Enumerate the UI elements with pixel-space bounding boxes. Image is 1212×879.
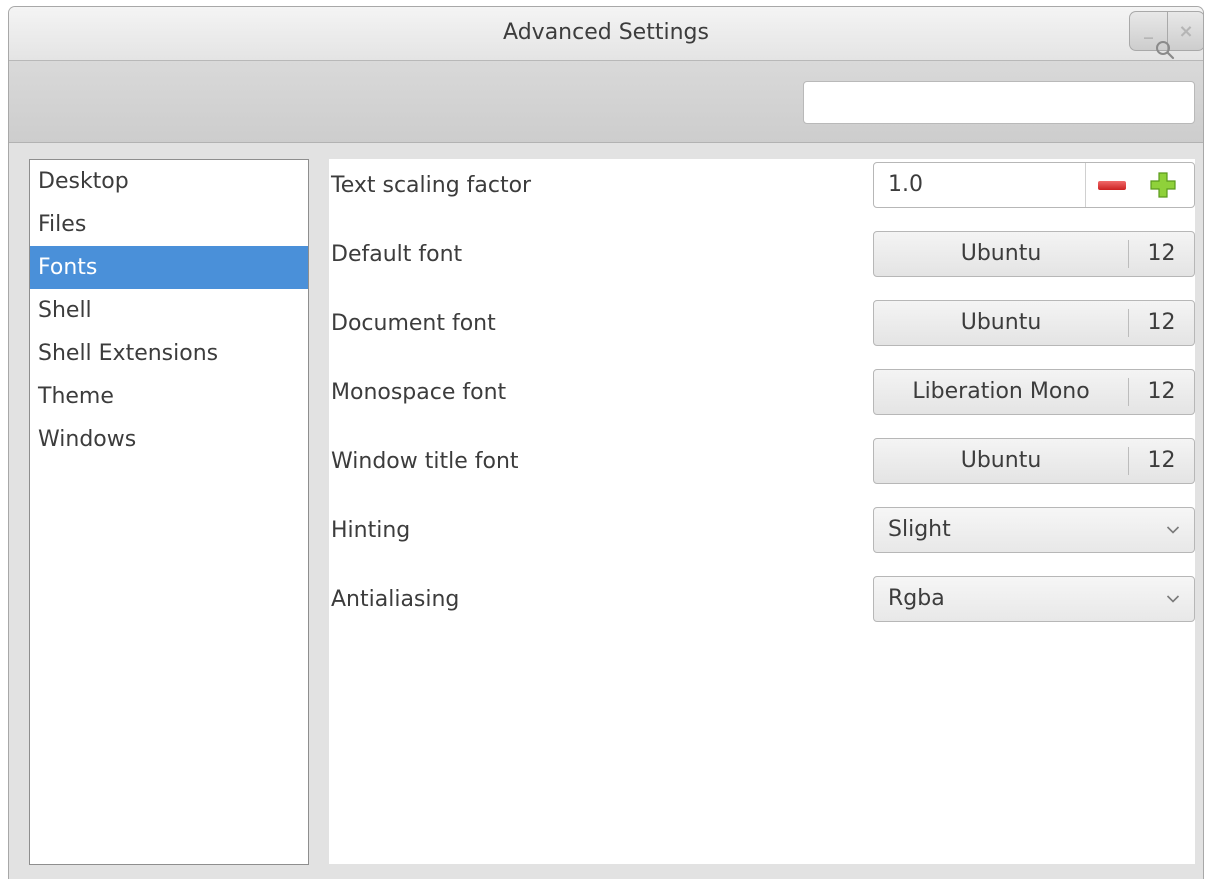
sidebar-item-fonts[interactable]: Fonts	[30, 246, 308, 289]
text-scaling-row: Text scaling factor 1.0	[329, 160, 1195, 212]
document-font-button[interactable]: Ubuntu 12	[873, 300, 1195, 346]
category-list: Desktop Files Fonts Shell Shell Extensio…	[29, 159, 309, 865]
text-scaling-value[interactable]: 1.0	[888, 163, 923, 207]
antialiasing-label: Antialiasing	[331, 587, 460, 612]
monospace-font-label: Monospace font	[331, 380, 507, 405]
window-title-font-row: Window title font Ubuntu 12	[329, 436, 1195, 488]
spin-buttons	[1085, 163, 1194, 207]
default-font-label: Default font	[331, 242, 463, 267]
text-scaling-label: Text scaling factor	[331, 173, 532, 198]
sidebar-item-desktop[interactable]: Desktop	[30, 160, 308, 203]
decrease-button[interactable]	[1086, 163, 1140, 207]
default-font-row: Default font Ubuntu 12	[329, 229, 1195, 281]
advanced-settings-window: Advanced Settings _ × Desktop Files Font…	[8, 6, 1204, 879]
hinting-dropdown[interactable]: Slight	[873, 507, 1195, 553]
search-icon	[1156, 41, 1175, 60]
fonts-settings-panel: Text scaling factor 1.0 Default font Ubu…	[329, 159, 1195, 864]
font-name: Liberation Mono	[912, 379, 1090, 404]
monospace-font-row: Monospace font Liberation Mono 12	[329, 367, 1195, 419]
monospace-font-button[interactable]: Liberation Mono 12	[873, 369, 1195, 415]
antialiasing-value: Rgba	[888, 586, 945, 611]
hinting-row: Hinting Slight	[329, 505, 1195, 557]
window-title: Advanced Settings	[503, 20, 709, 45]
document-font-row: Document font Ubuntu 12	[329, 298, 1195, 350]
chevron-down-icon	[1166, 595, 1180, 603]
font-name: Ubuntu	[960, 241, 1042, 266]
sidebar-item-windows[interactable]: Windows	[30, 418, 308, 461]
chevron-down-icon	[1166, 526, 1180, 534]
hinting-label: Hinting	[331, 518, 411, 543]
title-bar: Advanced Settings _ ×	[9, 7, 1203, 61]
font-size: 12	[1147, 241, 1176, 266]
default-font-button[interactable]: Ubuntu 12	[873, 231, 1195, 277]
sidebar-item-theme[interactable]: Theme	[30, 375, 308, 418]
window-title-font-label: Window title font	[331, 449, 519, 474]
sidebar-item-shell[interactable]: Shell	[30, 289, 308, 332]
window-title-font-button[interactable]: Ubuntu 12	[873, 438, 1195, 484]
increase-button[interactable]	[1140, 163, 1194, 207]
minus-icon	[1098, 181, 1126, 190]
antialiasing-row: Antialiasing Rgba	[329, 574, 1195, 626]
search-input[interactable]	[803, 81, 1195, 124]
plus-icon	[1150, 172, 1176, 198]
sidebar-item-files[interactable]: Files	[30, 203, 308, 246]
font-size: 12	[1147, 379, 1176, 404]
antialiasing-dropdown[interactable]: Rgba	[873, 576, 1195, 622]
hinting-value: Slight	[888, 517, 951, 542]
sidebar-item-shell-extensions[interactable]: Shell Extensions	[30, 332, 308, 375]
document-font-label: Document font	[331, 311, 496, 336]
font-name: Ubuntu	[960, 448, 1042, 473]
font-name: Ubuntu	[960, 310, 1042, 335]
font-size: 12	[1147, 310, 1176, 335]
text-scaling-spinbutton[interactable]: 1.0	[873, 162, 1195, 208]
header-bar	[9, 61, 1203, 143]
font-size: 12	[1147, 448, 1176, 473]
